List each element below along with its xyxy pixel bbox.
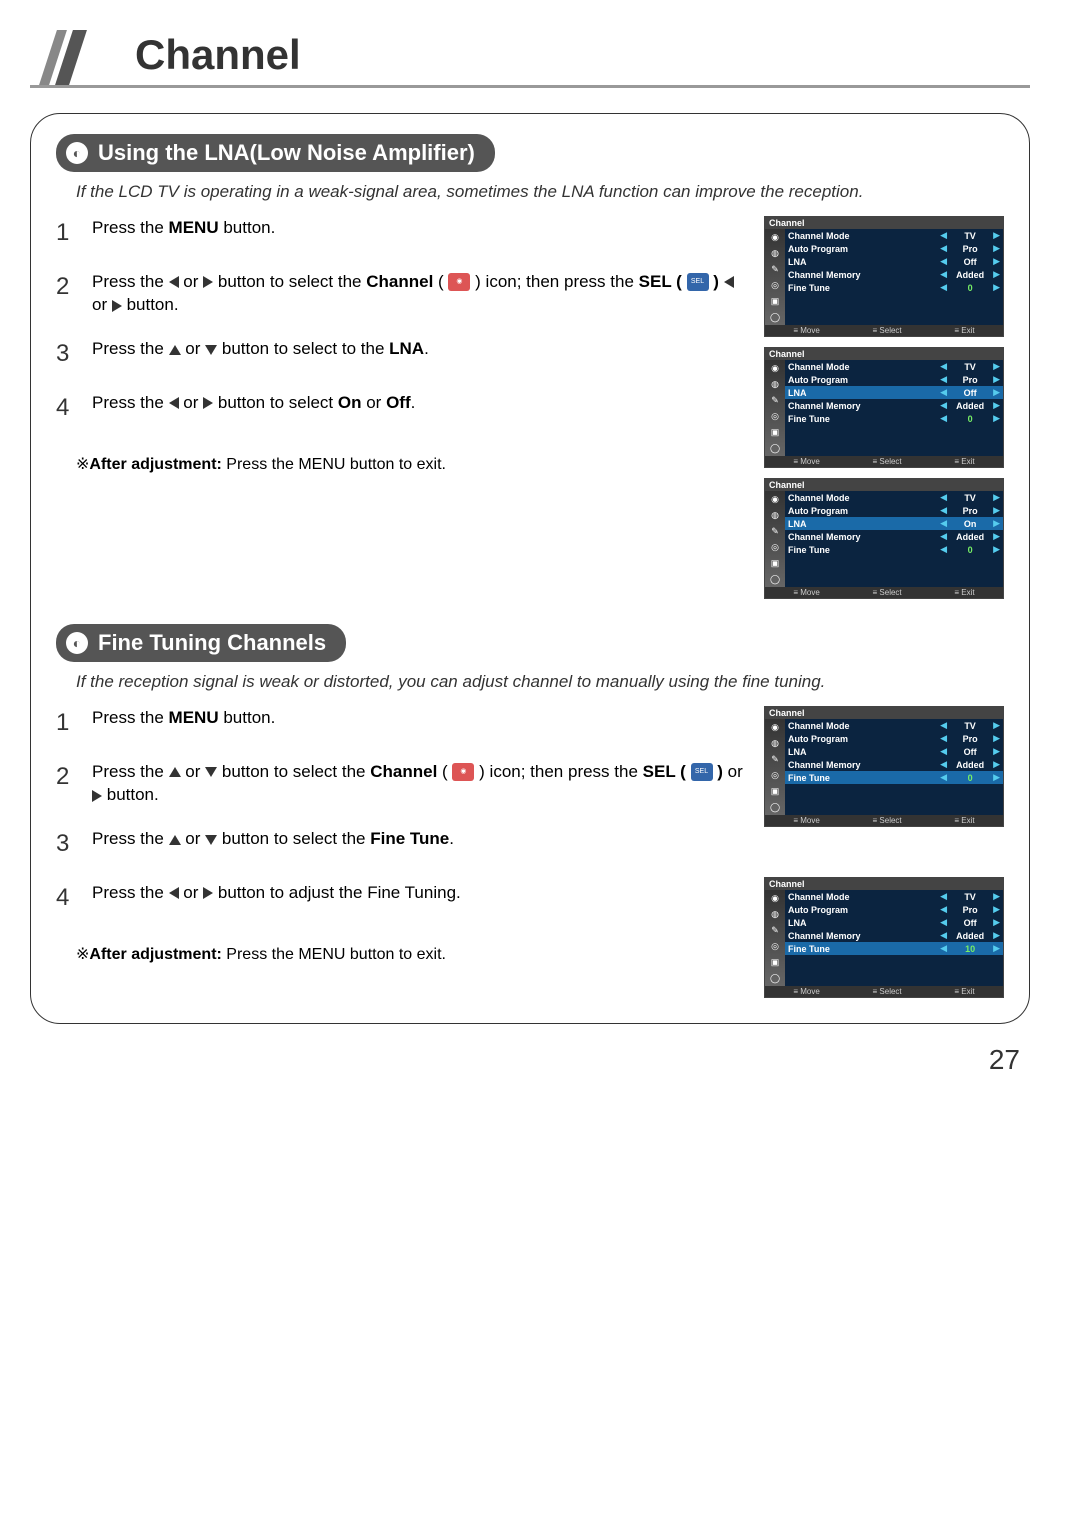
manual-page: Channel ◐ Using the LNA(Low Noise Amplif…: [0, 0, 1080, 1116]
osd-column: Channel ◉◍✎◎▣◯ Channel Mode◀TV▶ Auto Pro…: [764, 216, 1004, 599]
steps-column: 1 Press the MENU button. 2 Press the or …: [56, 216, 744, 599]
section-heading-text: Using the LNA(Low Noise Amplifier): [98, 140, 475, 166]
channel-icon: ◉: [452, 763, 474, 781]
after-adjustment-note: ※After adjustment: Press the MENU button…: [76, 944, 744, 964]
steps-column: 1 Press the MENU button. 2 Press the or …: [56, 706, 744, 998]
step-number: 1: [56, 216, 78, 250]
left-arrow-icon: [169, 276, 179, 288]
step-number: 4: [56, 391, 78, 425]
right-arrow-icon: [92, 790, 102, 802]
after-adjustment-note: ※After adjustment: Press the MENU button…: [76, 454, 744, 474]
step-4: 4 Press the or button to select On or Of…: [56, 391, 744, 425]
step-1: 1 Press the MENU button.: [56, 706, 744, 740]
step-2: 2 Press the or button to select the Chan…: [56, 760, 744, 808]
section-heading-fine-tune: ◐ Fine Tuning Channels: [56, 624, 346, 662]
bullet-icon: ◐: [66, 632, 88, 654]
step-number: 2: [56, 270, 78, 318]
page-number: 27: [30, 1044, 1030, 1076]
left-arrow-icon: [724, 276, 734, 288]
step-number: 3: [56, 337, 78, 371]
bullet-icon: ◐: [66, 142, 88, 164]
left-arrow-icon: [169, 887, 179, 899]
osd-screenshot: Channel ◉◍✎◎▣◯ Channel Mode◀TV▶ Auto Pro…: [764, 706, 1004, 827]
down-arrow-icon: [205, 767, 217, 777]
osd-column: Channel ◉◍✎◎▣◯ Channel Mode◀TV▶ Auto Pro…: [764, 706, 1004, 998]
osd-screenshot: Channel ◉◍✎◎▣◯ Channel Mode◀TV▶ Auto Pro…: [764, 877, 1004, 998]
left-arrow-icon: [169, 397, 179, 409]
content-box: ◐ Using the LNA(Low Noise Amplifier) If …: [30, 113, 1030, 1024]
step-2: 2 Press the or button to select the Chan…: [56, 270, 744, 318]
title-accent-icon: [30, 30, 120, 85]
section-description: If the reception signal is weak or disto…: [76, 672, 1004, 692]
section-heading-text: Fine Tuning Channels: [98, 630, 326, 656]
section-description: If the LCD TV is operating in a weak-sig…: [76, 182, 1004, 202]
up-arrow-icon: [169, 345, 181, 355]
osd-screenshot: Channel ◉◍✎◎▣◯ Channel Mode◀TV▶ Auto Pro…: [764, 478, 1004, 599]
sel-icon: SEL: [691, 763, 713, 781]
down-arrow-icon: [205, 345, 217, 355]
up-arrow-icon: [169, 835, 181, 845]
down-arrow-icon: [205, 835, 217, 845]
right-arrow-icon: [203, 887, 213, 899]
osd-screenshot: Channel ◉◍✎◎▣◯ Channel Mode◀TV▶ Auto Pro…: [764, 216, 1004, 337]
step-3: 3 Press the or button to select the Fine…: [56, 827, 744, 861]
sel-icon: SEL: [687, 273, 709, 291]
channel-icon: ◉: [448, 273, 470, 291]
step-1: 1 Press the MENU button.: [56, 216, 744, 250]
step-3: 3 Press the or button to select to the L…: [56, 337, 744, 371]
right-arrow-icon: [203, 276, 213, 288]
osd-screenshot: Channel ◉◍✎◎▣◯ Channel Mode◀TV▶ Auto Pro…: [764, 347, 1004, 468]
right-arrow-icon: [203, 397, 213, 409]
right-arrow-icon: [112, 300, 122, 312]
step-4: 4 Press the or button to adjust the Fine…: [56, 881, 744, 915]
up-arrow-icon: [169, 767, 181, 777]
title-bar: Channel: [30, 30, 1030, 88]
page-title: Channel: [135, 31, 301, 85]
section-heading-lna: ◐ Using the LNA(Low Noise Amplifier): [56, 134, 495, 172]
